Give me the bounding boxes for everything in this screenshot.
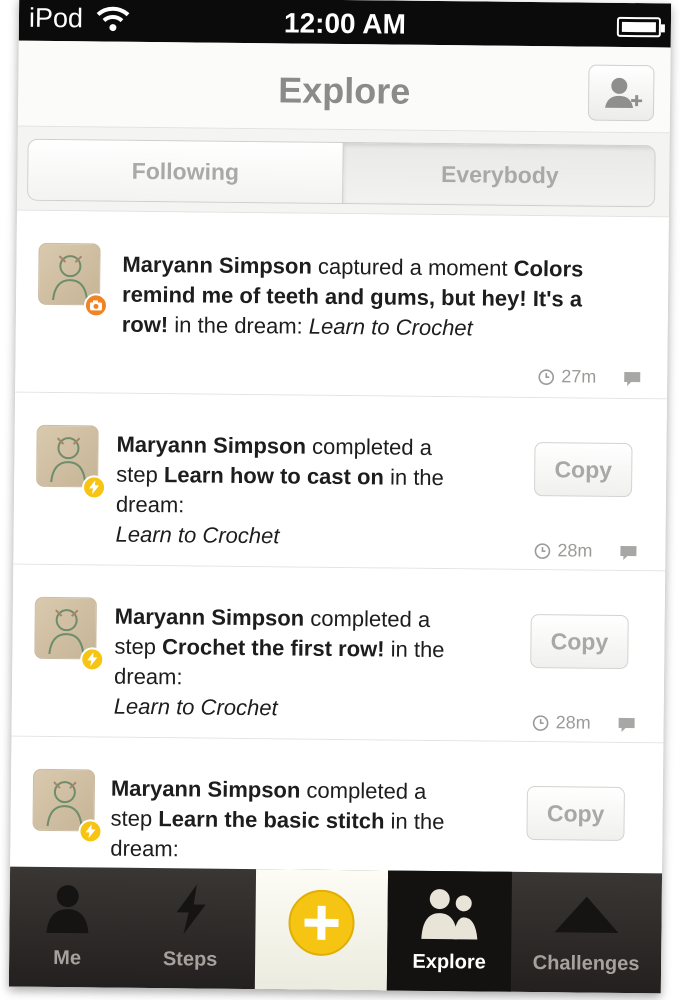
- activity-feed: Maryann Simpson captured a moment Colors…: [10, 210, 669, 874]
- tab-challenges[interactable]: Challenges: [511, 872, 662, 994]
- feed-item[interactable]: Maryann Simpson completed a step Learn t…: [10, 736, 664, 874]
- segment-everybody[interactable]: Everybody: [342, 143, 656, 207]
- person-icon: [46, 885, 89, 934]
- author-link[interactable]: Maryann Simpson: [111, 776, 301, 803]
- story-verb: step: [116, 461, 165, 488]
- moment-title-end[interactable]: row!: [122, 312, 169, 337]
- comment-icon[interactable]: [618, 717, 636, 733]
- story-verb: step: [114, 633, 163, 660]
- tab-add-button[interactable]: [254, 869, 389, 991]
- plus-circle-icon: [288, 889, 355, 957]
- comment-icon[interactable]: [623, 371, 641, 387]
- moment-title[interactable]: Colors: [514, 256, 584, 282]
- screenshot-stage: iPod 12:00 AM Explore Following Everybod…: [0, 0, 681, 1000]
- story-connector: dream:: [115, 491, 185, 518]
- page-title: Explore: [277, 69, 411, 112]
- author-link[interactable]: Maryann Simpson: [115, 604, 305, 631]
- story-text: Maryann Simpson completed a step Learn t…: [110, 774, 445, 867]
- step-badge: [80, 647, 105, 672]
- timestamp: 27m: [537, 366, 596, 388]
- story-verb: completed a: [305, 433, 433, 460]
- story-connector: in the: [383, 464, 444, 491]
- tab-label: Challenges: [532, 952, 640, 976]
- lightning-bolt-icon: [87, 652, 98, 667]
- feed-item[interactable]: Maryann Simpson completed a step Learn h…: [13, 392, 668, 572]
- people-icon: [421, 889, 478, 940]
- camera-icon: [89, 300, 102, 311]
- clock-icon: [534, 542, 551, 559]
- story-verb: completed a: [300, 777, 427, 804]
- clock: 12:00 AM: [283, 7, 407, 40]
- copy-button[interactable]: Copy: [526, 785, 625, 841]
- time-ago: 28m: [557, 540, 593, 561]
- tab-label: Explore: [412, 950, 486, 974]
- dream-link[interactable]: Learn to Crochet: [114, 694, 278, 721]
- tab-label: Me: [53, 947, 82, 970]
- story-connector: dream:: [110, 835, 179, 862]
- mountain-icon: [554, 896, 619, 933]
- camera-badge: [83, 293, 109, 318]
- segment-following[interactable]: Following: [28, 139, 343, 204]
- timestamp: 28m: [533, 540, 593, 562]
- story-verb: completed a: [304, 605, 431, 632]
- device-screen: iPod 12:00 AM Explore Following Everybod…: [8, 0, 672, 994]
- add-person-icon: [605, 77, 643, 109]
- dream-link[interactable]: Learn to Crochet: [115, 522, 279, 549]
- feed-item[interactable]: Maryann Simpson completed a step Crochet…: [11, 564, 666, 744]
- feed-item[interactable]: Maryann Simpson captured a moment Colors…: [15, 210, 669, 400]
- step-title[interactable]: Learn the basic stitch: [158, 806, 384, 833]
- lightning-bolt-icon: [85, 824, 96, 839]
- comment-icon[interactable]: [619, 545, 637, 561]
- story-connector: in the dream:: [168, 312, 309, 339]
- story-verb: step: [110, 805, 159, 832]
- tab-steps[interactable]: Steps: [125, 868, 256, 989]
- copy-button[interactable]: Copy: [533, 442, 633, 498]
- tab-bar: Me Steps Explore Challenges: [8, 866, 663, 994]
- timestamp: 28m: [532, 712, 591, 734]
- story-connector: in the: [384, 636, 445, 663]
- story-connector: dream:: [113, 663, 183, 690]
- author-link[interactable]: Maryann Simpson: [116, 432, 306, 459]
- segment-bar: Following Everybody: [16, 126, 670, 218]
- clock-icon: [532, 714, 549, 731]
- step-title[interactable]: Learn how to cast on: [164, 462, 384, 489]
- story-verb: captured a moment: [311, 253, 514, 281]
- step-title[interactable]: Crochet the first row!: [162, 634, 385, 661]
- tab-label: Steps: [162, 948, 218, 971]
- status-bar: iPod 12:00 AM: [18, 0, 672, 48]
- moment-title-cont[interactable]: remind me of teeth and gums, but hey! It…: [122, 282, 582, 312]
- add-friend-button[interactable]: [587, 64, 655, 122]
- copy-button[interactable]: Copy: [530, 614, 629, 670]
- clock-icon: [538, 368, 555, 385]
- story-text: Maryann Simpson completed a step Crochet…: [114, 602, 445, 725]
- story-text: Maryann Simpson completed a step Learn h…: [115, 430, 444, 553]
- lightning-bolt-icon: [89, 480, 100, 495]
- navigation-bar: Explore: [17, 40, 671, 134]
- time-ago: 27m: [561, 366, 597, 387]
- story-text: Maryann Simpson captured a moment Colors…: [122, 250, 584, 345]
- lightning-bolt-icon: [176, 884, 206, 935]
- story-connector: in the: [384, 808, 445, 835]
- step-badge: [78, 819, 103, 844]
- battery-icon: [616, 16, 662, 38]
- author-link[interactable]: Maryann Simpson: [122, 252, 312, 279]
- tab-explore[interactable]: Explore: [386, 870, 513, 992]
- tab-me[interactable]: Me: [9, 867, 126, 988]
- dream-link[interactable]: Learn to Crochet: [309, 314, 473, 341]
- step-badge: [81, 475, 107, 500]
- time-ago: 28m: [555, 712, 591, 733]
- feed-filter-segmented-control: Following Everybody: [27, 138, 656, 208]
